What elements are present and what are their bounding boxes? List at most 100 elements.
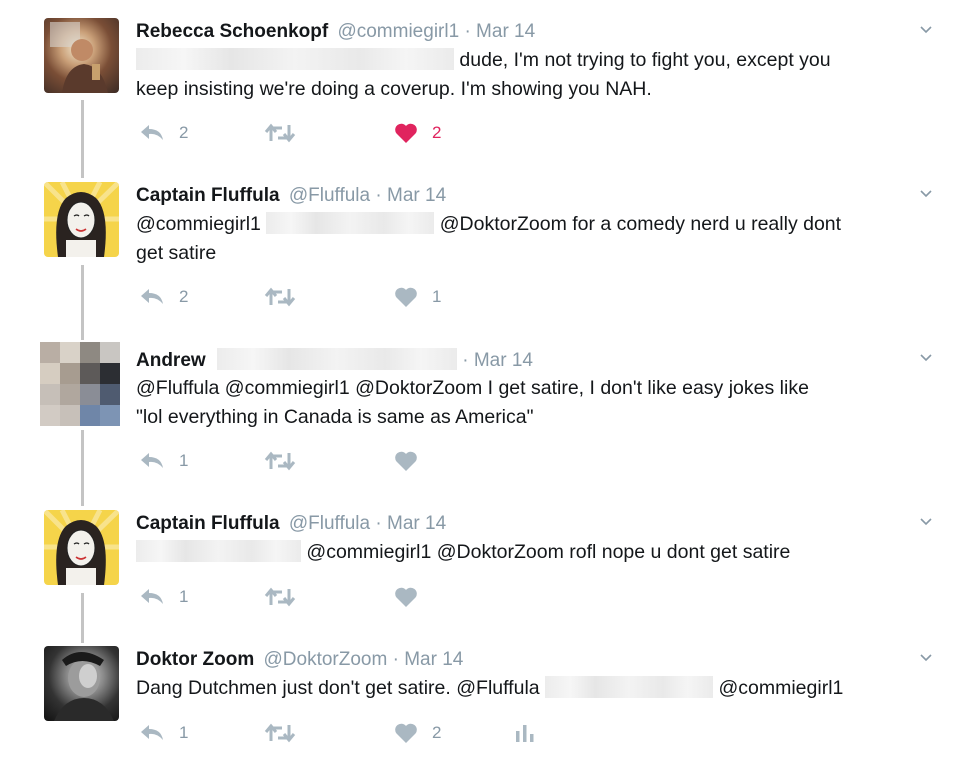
retweet-button[interactable] — [264, 118, 296, 148]
retweet-button[interactable] — [264, 582, 296, 612]
display-name[interactable]: Captain Fluffula — [136, 513, 280, 534]
tweet-text-line: @commiegirl1 @DoktorZoom for a comedy ne… — [136, 210, 936, 239]
tweet-actions: 2 1 — [136, 282, 636, 312]
redacted-mentions — [136, 48, 454, 70]
mention-link[interactable]: @Fluffula — [456, 677, 539, 699]
reply-icon — [141, 125, 163, 140]
reply-count: 1 — [179, 723, 189, 742]
tweet[interactable]: Captain Fluffula @Fluffula · Mar 14 @com… — [0, 182, 980, 322]
heart-icon — [395, 451, 417, 471]
like-button[interactable]: 2 — [394, 718, 441, 748]
profile-photo — [44, 182, 119, 257]
timestamp[interactable]: · Mar 14 — [462, 350, 533, 371]
tweet-text: dude, I'm not trying to fight you, excep… — [136, 46, 936, 104]
chevron-down-icon[interactable] — [920, 24, 932, 36]
mention-link[interactable]: @DoktorZoom — [440, 213, 567, 235]
tweet-text-segment: for a comedy nerd u really dont — [572, 213, 842, 235]
profile-photo — [54, 652, 114, 721]
chevron-down-icon[interactable] — [920, 188, 932, 200]
tweet-header: Rebecca Schoenkopf @commiegirl1 · Mar 14 — [136, 20, 535, 44]
tweet-text-line: keep insisting we're doing a coverup. I'… — [136, 78, 652, 100]
mention-link[interactable]: @commiegirl1 — [136, 213, 261, 235]
tweet-text: @Fluffula @commiegirl1 @DoktorZoom I get… — [136, 374, 936, 432]
chevron-down-icon[interactable] — [920, 516, 932, 528]
tweet[interactable]: Andrew · Mar 14 @Fluffula @commiegirl1 @… — [0, 342, 980, 486]
retweet-icon — [264, 587, 296, 607]
avatar[interactable] — [44, 182, 119, 257]
like-count: 1 — [432, 287, 442, 306]
tweet-text: Dang Dutchmen just don't get satire. @Fl… — [136, 674, 936, 703]
reply-button[interactable]: 1 — [139, 718, 188, 748]
tweet-actions: 1 — [136, 582, 636, 612]
tweet[interactable]: Rebecca Schoenkopf @commiegirl1 · Mar 14… — [0, 18, 980, 158]
tweet[interactable]: Captain Fluffula @Fluffula · Mar 14 @com… — [0, 510, 980, 620]
heart-icon — [395, 123, 417, 143]
redacted-mention — [545, 676, 714, 698]
tweet-text: @commiegirl1 @DoktorZoom for a comedy ne… — [136, 210, 936, 268]
tweet-header: Doktor Zoom @DoktorZoom · Mar 14 — [136, 648, 463, 672]
timestamp[interactable]: · Mar 14 — [375, 185, 446, 206]
timestamp[interactable]: · Mar 14 — [464, 21, 535, 42]
handle[interactable]: @Fluffula — [289, 185, 370, 206]
reply-button[interactable]: 1 — [139, 582, 188, 612]
tweet-text-line: Dang Dutchmen just don't get satire. @Fl… — [136, 674, 936, 703]
tweet-text-line: @Fluffula @commiegirl1 @DoktorZoom I get… — [136, 377, 809, 399]
like-count: 2 — [432, 123, 442, 142]
mention-link[interactable]: @commiegirl1 — [718, 677, 843, 699]
tweet-header: Andrew · Mar 14 — [136, 348, 533, 373]
handle[interactable]: @DoktorZoom — [264, 649, 388, 670]
tweet-actions: 1 — [136, 446, 636, 476]
retweet-button[interactable] — [264, 718, 296, 748]
handle[interactable]: @Fluffula — [289, 513, 370, 534]
tweet-header: Captain Fluffula @Fluffula · Mar 14 — [136, 512, 446, 536]
tweet-text-segment: Dang Dutchmen just don't get satire. — [136, 677, 451, 699]
chevron-down-icon[interactable] — [920, 652, 932, 664]
profile-photo — [40, 342, 120, 426]
heart-icon — [395, 723, 417, 743]
heart-icon — [395, 587, 417, 607]
tweet[interactable]: Doktor Zoom @DoktorZoom · Mar 14 Dang Du… — [0, 646, 980, 761]
tweet-header: Captain Fluffula @Fluffula · Mar 14 — [136, 184, 446, 208]
avatar[interactable] — [44, 510, 119, 585]
tweet-text-line: @commiegirl1 @DoktorZoom rofl nope u don… — [136, 538, 936, 567]
retweet-icon — [264, 287, 296, 307]
analytics-button[interactable] — [514, 718, 536, 748]
redacted-mention — [136, 540, 301, 562]
display-name[interactable]: Captain Fluffula — [136, 185, 280, 206]
profile-photo — [44, 510, 119, 585]
reply-button[interactable]: 1 — [139, 446, 188, 476]
avatar[interactable] — [44, 646, 119, 721]
display-name[interactable]: Doktor Zoom — [136, 649, 254, 670]
tweet-actions: 2 2 — [136, 118, 636, 148]
avatar[interactable] — [40, 342, 120, 426]
chevron-down-icon[interactable] — [920, 352, 932, 364]
reply-button[interactable]: 2 — [139, 118, 188, 148]
avatar[interactable] — [44, 18, 119, 93]
tweet-text-segment: dude, I'm not trying to fight you, excep… — [459, 49, 831, 71]
tweet-text-segment: @commiegirl1 @DoktorZoom rofl nope u don… — [306, 541, 791, 563]
like-button[interactable]: 1 — [394, 282, 441, 312]
tweet-text-line: "lol everything in Canada is same as Ame… — [136, 406, 534, 428]
timestamp[interactable]: · Mar 14 — [393, 649, 464, 670]
analytics-icon — [516, 725, 534, 742]
reply-icon — [141, 589, 163, 604]
display-name[interactable]: Andrew — [136, 350, 206, 371]
reply-icon — [141, 453, 163, 468]
tweet-text-line: get satire — [136, 242, 217, 264]
like-button[interactable]: 2 — [394, 118, 441, 148]
reply-count: 1 — [179, 451, 189, 470]
like-button[interactable] — [394, 582, 418, 612]
display-name[interactable]: Rebecca Schoenkopf — [136, 21, 328, 42]
reply-button[interactable]: 2 — [139, 282, 188, 312]
heart-icon — [395, 287, 417, 307]
handle[interactable]: @commiegirl1 — [337, 21, 459, 42]
reply-icon — [141, 725, 163, 740]
reply-count: 1 — [179, 587, 189, 606]
retweet-icon — [264, 451, 296, 471]
like-button[interactable] — [394, 446, 418, 476]
retweet-button[interactable] — [264, 282, 296, 312]
retweet-button[interactable] — [264, 446, 296, 476]
reply-icon — [141, 289, 163, 304]
timestamp[interactable]: · Mar 14 — [375, 513, 446, 534]
retweet-icon — [264, 723, 296, 743]
